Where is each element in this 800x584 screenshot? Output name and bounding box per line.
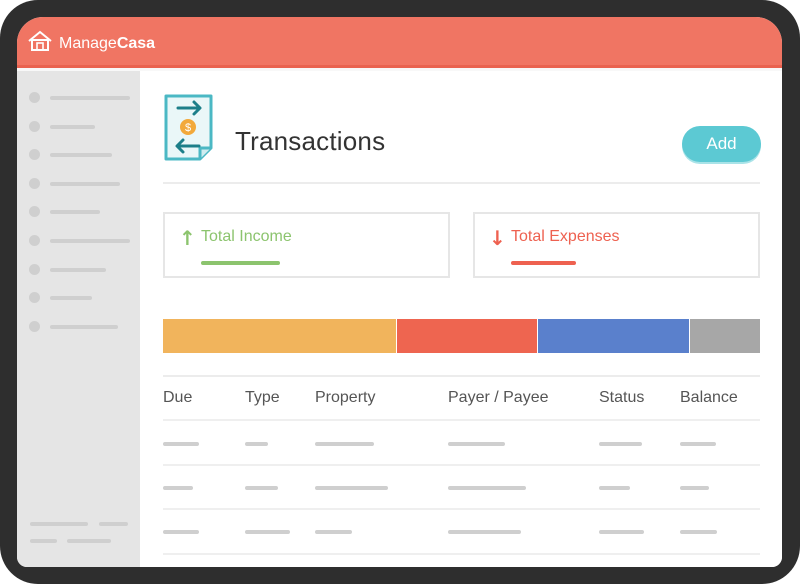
column-header-type[interactable]: Type bbox=[245, 389, 280, 407]
expenses-underline bbox=[511, 261, 576, 265]
table-cell-placeholder bbox=[245, 486, 278, 490]
sidebar-bullet-icon bbox=[29, 292, 40, 303]
sidebar-item[interactable] bbox=[29, 206, 100, 217]
sidebar-bullet-icon bbox=[29, 178, 40, 189]
transactions-document-icon: $ bbox=[163, 93, 217, 168]
sidebar-item[interactable] bbox=[29, 235, 130, 246]
sidebar-bullet-icon bbox=[29, 235, 40, 246]
sidebar-item-placeholder bbox=[50, 324, 118, 329]
column-header-due[interactable]: Due bbox=[163, 389, 192, 407]
total-income-label: Total Income bbox=[201, 228, 292, 245]
header-divider bbox=[163, 182, 760, 184]
table-cell-placeholder bbox=[245, 442, 268, 446]
sidebar-item-placeholder bbox=[50, 181, 120, 186]
sidebar-item-placeholder bbox=[50, 267, 106, 272]
breakdown-bar-segment[interactable] bbox=[538, 319, 689, 353]
table-cell-placeholder bbox=[315, 530, 352, 534]
sidebar-item[interactable] bbox=[29, 178, 120, 189]
sidebar-footer-line[interactable] bbox=[30, 522, 88, 526]
sidebar-item[interactable] bbox=[29, 321, 118, 332]
table-cell-placeholder bbox=[163, 486, 193, 490]
table-cell-placeholder bbox=[448, 442, 505, 446]
app-screen: ManageCasa $ Transactions Add ↑ Total In… bbox=[17, 17, 782, 567]
table-top-divider bbox=[163, 375, 760, 377]
table-cell-placeholder bbox=[680, 442, 716, 446]
table-cell-placeholder bbox=[315, 442, 374, 446]
top-bar: ManageCasa bbox=[17, 17, 782, 68]
sidebar-item[interactable] bbox=[29, 292, 92, 303]
sidebar-bullet-icon bbox=[29, 206, 40, 217]
table-cell-placeholder bbox=[599, 530, 644, 534]
table-row-divider bbox=[163, 464, 760, 466]
add-transaction-button[interactable]: Add bbox=[682, 126, 761, 162]
sidebar-item-placeholder bbox=[50, 209, 100, 214]
brand-name-light: Manage bbox=[59, 34, 117, 52]
brand-logo[interactable]: ManageCasa bbox=[27, 30, 155, 57]
sidebar-item[interactable] bbox=[29, 264, 106, 275]
table-cell-placeholder bbox=[163, 530, 199, 534]
sidebar-item-placeholder bbox=[50, 124, 95, 129]
sidebar-bullet-icon bbox=[29, 149, 40, 160]
sidebar-bullet-icon bbox=[29, 264, 40, 275]
sidebar-item-placeholder bbox=[50, 238, 130, 243]
sidebar-item-placeholder bbox=[50, 152, 112, 157]
sidebar-footer-line[interactable] bbox=[67, 539, 111, 543]
svg-text:$: $ bbox=[185, 122, 191, 134]
table-cell-placeholder bbox=[599, 442, 642, 446]
device-frame: ManageCasa $ Transactions Add ↑ Total In… bbox=[0, 0, 800, 584]
total-expenses-label: Total Expenses bbox=[511, 228, 620, 245]
breakdown-bar-segment[interactable] bbox=[690, 319, 760, 353]
table-cell-placeholder bbox=[448, 530, 521, 534]
table-row-divider bbox=[163, 419, 760, 421]
table-cell-placeholder bbox=[245, 530, 290, 534]
column-header-balance[interactable]: Balance bbox=[680, 389, 738, 407]
sidebar-item[interactable] bbox=[29, 149, 112, 160]
sidebar bbox=[17, 71, 140, 567]
table-cell-placeholder bbox=[163, 442, 199, 446]
page-title: Transactions bbox=[235, 126, 386, 156]
column-header-property[interactable]: Property bbox=[315, 389, 375, 407]
sidebar-bullet-icon bbox=[29, 121, 40, 132]
sidebar-bullet-icon bbox=[29, 321, 40, 332]
sidebar-item-placeholder bbox=[50, 95, 130, 100]
brand-name-bold: Casa bbox=[116, 34, 156, 52]
sidebar-item-placeholder bbox=[50, 295, 92, 300]
table-cell-placeholder bbox=[680, 486, 709, 490]
main-content: $ Transactions Add ↑ Total Income ↓ Tota… bbox=[140, 71, 782, 567]
total-income-card[interactable]: ↑ Total Income bbox=[163, 212, 450, 278]
column-header-status[interactable]: Status bbox=[599, 389, 644, 407]
arrow-up-icon: ↑ bbox=[179, 226, 196, 250]
table-cell-placeholder bbox=[448, 486, 526, 490]
arrow-down-icon: ↓ bbox=[489, 226, 506, 250]
total-expenses-card[interactable]: ↓ Total Expenses bbox=[473, 212, 760, 278]
table-cell-placeholder bbox=[680, 530, 717, 534]
sidebar-item[interactable] bbox=[29, 121, 95, 132]
column-header-payer-payee[interactable]: Payer / Payee bbox=[448, 389, 549, 407]
breakdown-bar-segment[interactable] bbox=[163, 319, 396, 353]
table-row-divider bbox=[163, 553, 760, 555]
breakdown-bar-segment[interactable] bbox=[397, 319, 537, 353]
sidebar-bullet-icon bbox=[29, 92, 40, 103]
table-cell-placeholder bbox=[599, 486, 630, 490]
house-logo-icon bbox=[27, 30, 53, 57]
sidebar-footer-line[interactable] bbox=[99, 522, 128, 526]
table-cell-placeholder bbox=[315, 486, 388, 490]
income-underline bbox=[201, 261, 280, 265]
table-row-divider bbox=[163, 508, 760, 510]
sidebar-footer-line[interactable] bbox=[30, 539, 57, 543]
sidebar-item[interactable] bbox=[29, 92, 130, 103]
